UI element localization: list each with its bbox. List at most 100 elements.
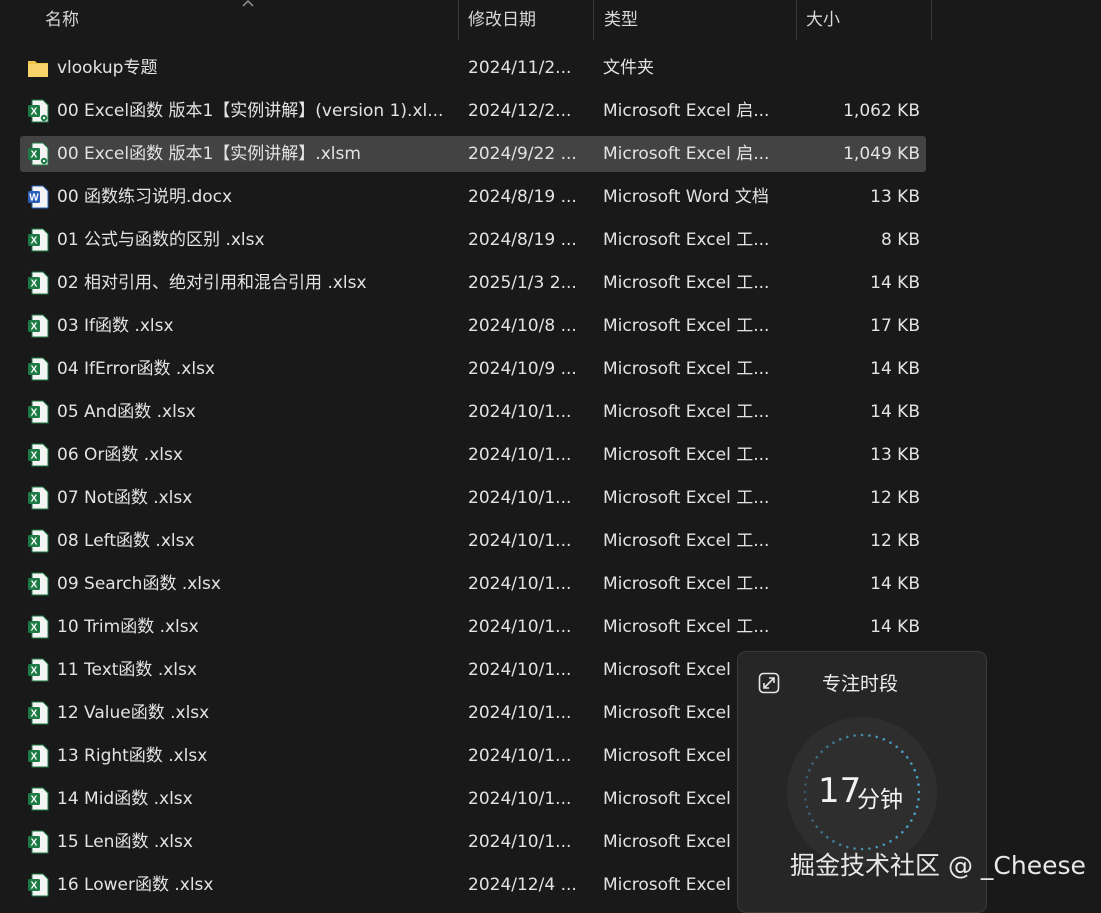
excel-file-icon: X — [27, 830, 49, 854]
watermark: 掘金技术社区 @ _Cheese — [790, 851, 1086, 880]
file-row[interactable]: X 02 相对引用、绝对引用和混合引用 .xlsx 2025/1/3 2... Mic… — [20, 265, 926, 301]
file-size: 14 KB — [870, 359, 920, 379]
column-header-name[interactable]: 名称 — [45, 0, 79, 40]
timer-ring-dot — [832, 840, 835, 843]
timer-ring-dot — [808, 812, 811, 816]
timer-ring-dot — [811, 762, 814, 765]
column-divider[interactable] — [593, 0, 594, 40]
timer-ring-dot — [917, 790, 921, 794]
focus-timer-minutes: 17 — [818, 771, 862, 811]
svg-text:X: X — [31, 107, 38, 118]
timer-ring-dot — [895, 835, 898, 839]
file-size: 13 KB — [870, 187, 920, 207]
file-modified-date: 2024/10/8 ... — [468, 316, 577, 336]
timer-ring-dot — [910, 819, 913, 822]
file-type: Microsoft Excel 工... — [603, 273, 770, 293]
file-row[interactable]: X 10 Trim函数 .xlsx 2024/10/1... Microsoft Ex… — [20, 609, 926, 645]
timer-ring-dot — [832, 741, 835, 744]
file-row[interactable]: X 03 If函数 .xlsx 2024/10/8 ... Microsoft Exc… — [20, 308, 926, 344]
timer-ring-dot — [826, 835, 829, 839]
file-row[interactable]: X 08 Left函数 .xlsx 2024/10/1... Microsoft Ex… — [20, 523, 926, 559]
svg-text:X: X — [31, 322, 38, 333]
svg-text:X: X — [31, 666, 38, 677]
file-name: 03 If函数 .xlsx — [57, 316, 174, 336]
file-name: 01 公式与函数的区别 .xlsx — [57, 230, 265, 250]
svg-text:X: X — [31, 623, 38, 634]
file-name: 06 Or函数 .xlsx — [57, 445, 183, 465]
excel-file-icon: X — [27, 486, 49, 510]
timer-ring-dot — [868, 734, 871, 737]
svg-text:W: W — [29, 193, 39, 204]
timer-ring-dot — [901, 831, 904, 834]
file-row[interactable]: W 00 函数练习说明.docx 2024/8/19 ... Microsoft Wo… — [20, 179, 926, 215]
file-modified-date: 2024/10/1... — [468, 617, 572, 637]
svg-text:X: X — [31, 451, 38, 462]
sort-ascending-icon — [242, 0, 254, 7]
file-size — [800, 50, 920, 86]
file-type: Microsoft Excel 工... — [603, 531, 770, 551]
file-row[interactable]: vlookup专题 2024/11/2... 文件夹 — [20, 50, 926, 86]
timer-ring-dot — [895, 745, 898, 749]
file-type: Microsoft Excel 工... — [603, 402, 770, 422]
excel-file-icon: X — [27, 228, 49, 252]
file-row[interactable]: X 01 公式与函数的区别 .xlsx 2024/8/19 ... Microsoft… — [20, 222, 926, 258]
file-type: Microsoft Excel 工... — [603, 488, 770, 508]
excel-macro-file-icon: X — [27, 99, 49, 123]
file-type: Microsoft Word 文档 — [603, 187, 769, 207]
file-name: 00 Excel函数 版本1【实例讲解】(version 1).xl... — [57, 101, 444, 121]
file-modified-date: 2025/1/3 2... — [468, 273, 577, 293]
excel-macro-file-icon: X — [27, 142, 49, 166]
excel-file-icon: X — [27, 744, 49, 768]
column-header-size[interactable]: 大小 — [806, 0, 840, 40]
file-size: 8 KB — [880, 230, 920, 250]
file-row[interactable]: X 07 Not函数 .xlsx 2024/10/1... Microsoft Exc… — [20, 480, 926, 516]
file-type: Microsoft Excel 启... — [603, 101, 770, 121]
timer-ring-dot — [853, 734, 856, 737]
file-type: Microsoft Excel 工... — [603, 445, 770, 465]
timer-ring-dot — [826, 745, 829, 749]
excel-file-icon: X — [27, 787, 49, 811]
file-row[interactable]: X 00 Excel函数 版本1【实例讲解】(version 1).xl... 20… — [20, 93, 926, 129]
column-header-type[interactable]: 类型 — [604, 0, 638, 40]
svg-text:X: X — [31, 150, 38, 161]
timer-ring-dot — [875, 735, 879, 739]
svg-text:X: X — [31, 537, 38, 548]
file-row[interactable]: X 04 IfError函数 .xlsx 2024/10/9 ... Microsof… — [20, 351, 926, 387]
file-type: 文件夹 — [603, 58, 654, 78]
file-modified-date: 2024/10/1... — [468, 703, 572, 723]
timer-ring-dot — [889, 840, 892, 843]
expand-icon[interactable] — [758, 672, 780, 694]
column-header-date[interactable]: 修改日期 — [468, 0, 536, 40]
excel-file-icon: X — [27, 271, 49, 295]
file-size: 1,062 KB — [843, 101, 920, 121]
file-name: 16 Lower函数 .xlsx — [57, 875, 214, 895]
timer-ring-dot — [845, 735, 849, 739]
file-modified-date: 2024/10/1... — [468, 488, 572, 508]
file-row[interactable]: X 05 And函数 .xlsx 2024/10/1... Microsoft Exc… — [20, 394, 926, 430]
file-row[interactable]: X 00 Excel函数 版本1【实例讲解】.xlsm 2024/9/22 ... M… — [20, 136, 926, 172]
file-size: 14 KB — [870, 402, 920, 422]
file-modified-date: 2024/12/4 ... — [468, 875, 577, 895]
file-size: 14 KB — [870, 617, 920, 637]
timer-ring-dot — [905, 825, 909, 828]
timer-ring-dot — [917, 783, 920, 786]
timer-ring-dot — [910, 762, 913, 765]
file-size: 12 KB — [870, 488, 920, 508]
file-name: 08 Left函数 .xlsx — [57, 531, 195, 551]
column-divider[interactable] — [931, 0, 932, 40]
column-divider[interactable] — [458, 0, 459, 40]
column-divider[interactable] — [796, 0, 797, 40]
file-row[interactable]: X 06 Or函数 .xlsx 2024/10/1... Microsoft Exce… — [20, 437, 926, 473]
file-modified-date: 2024/12/2... — [468, 101, 572, 121]
file-type: Microsoft Excel 启... — [603, 144, 770, 164]
file-size: 1,049 KB — [843, 144, 920, 164]
svg-text:X: X — [31, 881, 38, 892]
svg-text:X: X — [31, 494, 38, 505]
svg-text:X: X — [31, 795, 38, 806]
svg-text:X: X — [31, 236, 38, 247]
file-modified-date: 2024/10/1... — [468, 574, 572, 594]
file-row[interactable]: X 09 Search函数 .xlsx 2024/10/1... Microsoft … — [20, 566, 926, 602]
excel-file-icon: X — [27, 701, 49, 725]
file-type: Microsoft Excel 工... — [603, 359, 770, 379]
word-file-icon: W — [27, 185, 49, 209]
